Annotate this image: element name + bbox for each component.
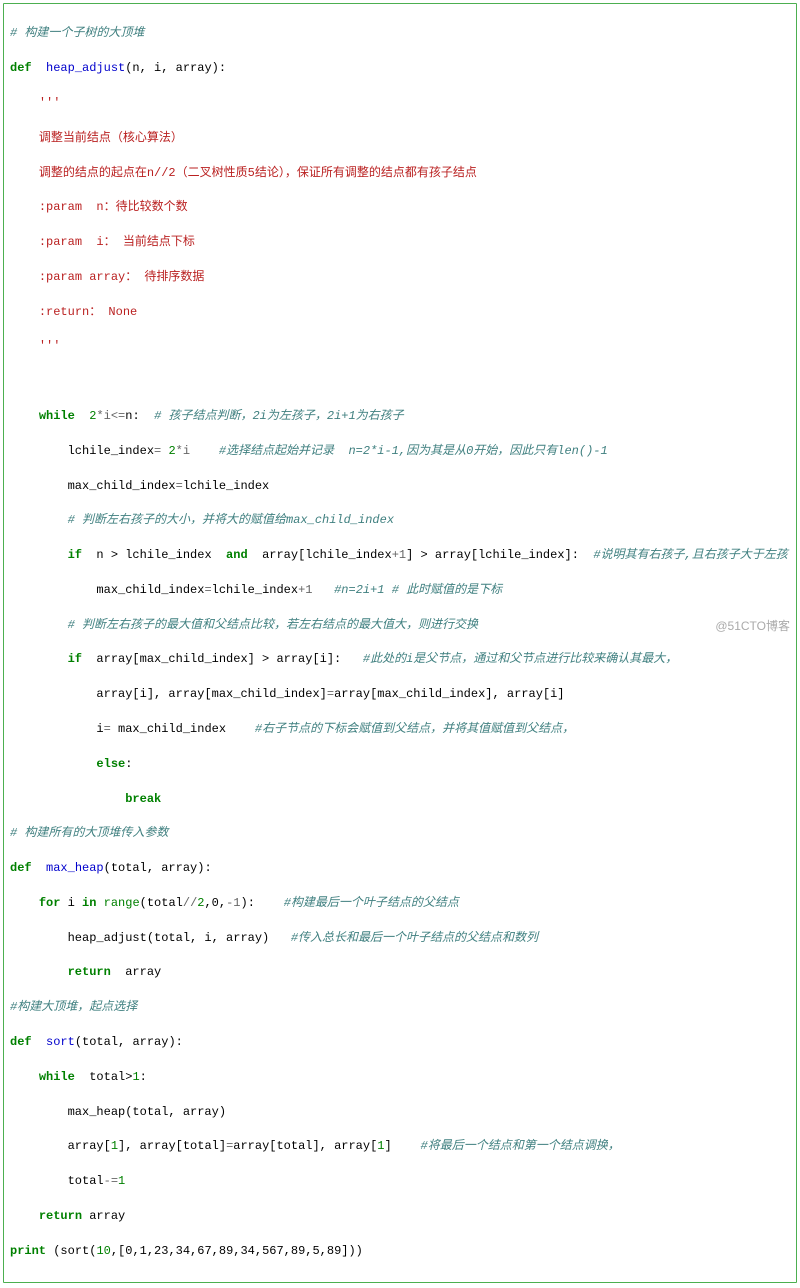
kw-else: else (96, 757, 125, 771)
kw-in: in (82, 896, 96, 910)
kw-for: for (39, 896, 61, 910)
mci-line: max_child_index=lchile_index (10, 478, 790, 495)
print-line: print (sort(10,[0,1,23,34,67,89,34,567,8… (10, 1243, 790, 1260)
def-line-3: def sort(total, array): (10, 1034, 790, 1051)
else-line: else: (10, 756, 790, 773)
if1-body: max_child_index=lchile_index+1 #n=2i+1 #… (10, 582, 790, 599)
comment: #传入总长和最后一个叶子结点的父结点和数列 (291, 931, 538, 945)
kw-break: break (125, 792, 161, 806)
kw-while: while (39, 409, 75, 423)
dec-line: total-=1 (10, 1173, 790, 1190)
output-block: [0, 1, 5, 23, 34, 34, 67, 89, 89, 89, 56… (0, 1283, 800, 1288)
fn-name: max_heap (46, 861, 104, 875)
kw-while: while (39, 1070, 75, 1084)
mh-call: max_heap(total, array) (10, 1104, 790, 1121)
doc-p2: :param i： 当前结点下标 (10, 234, 790, 251)
doc-p3: :param array： 待排序数据 (10, 269, 790, 286)
lci-line: lchile_index= 2*i #选择结点起始并记录 n=2*i-1,因为其… (10, 443, 790, 460)
comment: # 构建所有的大顶堆传入参数 (10, 826, 168, 840)
if2-line: if array[max_child_index] > array[i]: #此… (10, 651, 790, 668)
return-line: return array (10, 964, 790, 981)
comment: # 构建一个子树的大顶堆 (10, 26, 144, 40)
doc-close: ''' (10, 338, 790, 355)
kw-def: def (10, 61, 32, 75)
comment: #此处的i是父节点，通过和父节点进行比较来确认其最大， (363, 652, 677, 666)
comment-line: # 构建所有的大顶堆传入参数 (10, 825, 790, 842)
doc-l2: 调整的结点的起点在n//2（二叉树性质5结论），保证所有调整的结点都有孩子结点 (10, 165, 790, 182)
sig: (n, i, array): (125, 61, 226, 75)
if2-swap: array[i], array[max_child_index]=array[m… (10, 686, 790, 703)
comment: #n=2i+1 # 此时赋值的是下标 (334, 583, 502, 597)
kw-return: return (39, 1209, 82, 1223)
comment: # 孩子结点判断，2i为左孩子，2i+1为右孩子 (154, 409, 404, 423)
comment-line: # 判断左右孩子的大小，并将大的赋值给max_child_index (10, 512, 790, 529)
doc-open: ''' (10, 95, 790, 112)
for-body: heap_adjust(total, i, array) #传入总长和最后一个叶… (10, 930, 790, 947)
blank-line (10, 373, 790, 390)
comment: # 判断左右孩子的最大值和父结点比较，若左右结点的最大值大，则进行交换 (68, 618, 478, 632)
break-line: break (10, 791, 790, 808)
swap3-line: array[1], array[total]=array[total], arr… (10, 1138, 790, 1155)
comment-line: # 判断左右孩子的最大值和父结点比较，若左右结点的最大值大，则进行交换 (10, 617, 790, 634)
def-line-2: def max_heap(total, array): (10, 860, 790, 877)
while3-line: while total>1: (10, 1069, 790, 1086)
kw-if: if (68, 652, 82, 666)
kw-def: def (10, 861, 32, 875)
if1-line: if n > lchile_index and array[lchile_ind… (10, 547, 790, 564)
comment: #将最后一个结点和第一个结点调换， (421, 1139, 620, 1153)
watermark: @51CTO博客 (715, 618, 790, 635)
kw-if: if (68, 548, 82, 562)
kw-def: def (10, 1035, 32, 1049)
fn-name: heap_adjust (46, 61, 125, 75)
comment: #右子节点的下标会赋值到父结点，并将其值赋值到父结点， (255, 722, 574, 736)
kw-return: return (68, 965, 111, 979)
if2-iassign: i= max_child_index #右子节点的下标会赋值到父结点，并将其值赋… (10, 721, 790, 738)
code-block: # 构建一个子树的大顶堆 def heap_adjust(n, i, array… (3, 3, 797, 1283)
comment: #说明其有右孩子,且右孩子大于左孩 (593, 548, 787, 562)
def-line-1: def heap_adjust(n, i, array): (10, 60, 790, 77)
comment: # 判断左右孩子的大小，并将大的赋值给max_child_index (68, 513, 394, 527)
kw-and: and (226, 548, 248, 562)
builtin-range: range (104, 896, 140, 910)
comment: #选择结点起始并记录 n=2*i-1,因为其是从0开始，因此只有len()-1 (219, 444, 608, 458)
comment-line: # 构建一个子树的大顶堆 (10, 25, 790, 42)
return3-line: return array (10, 1208, 790, 1225)
kw-print: print (10, 1244, 46, 1258)
for-line: for i in range(total//2,0,-1): #构建最后一个叶子… (10, 895, 790, 912)
comment: #构建最后一个叶子结点的父结点 (284, 896, 459, 910)
fn-name: sort (46, 1035, 75, 1049)
comment: #构建大顶堆，起点选择 (10, 1000, 137, 1014)
doc-l1: 调整当前结点（核心算法） (10, 130, 790, 147)
while-line: while 2*i<=n: # 孩子结点判断，2i为左孩子，2i+1为右孩子 (10, 408, 790, 425)
doc-p1: :param n：待比较数个数 (10, 199, 790, 216)
doc-ret: :return： None (10, 304, 790, 321)
comment-line: #构建大顶堆，起点选择 (10, 999, 790, 1016)
